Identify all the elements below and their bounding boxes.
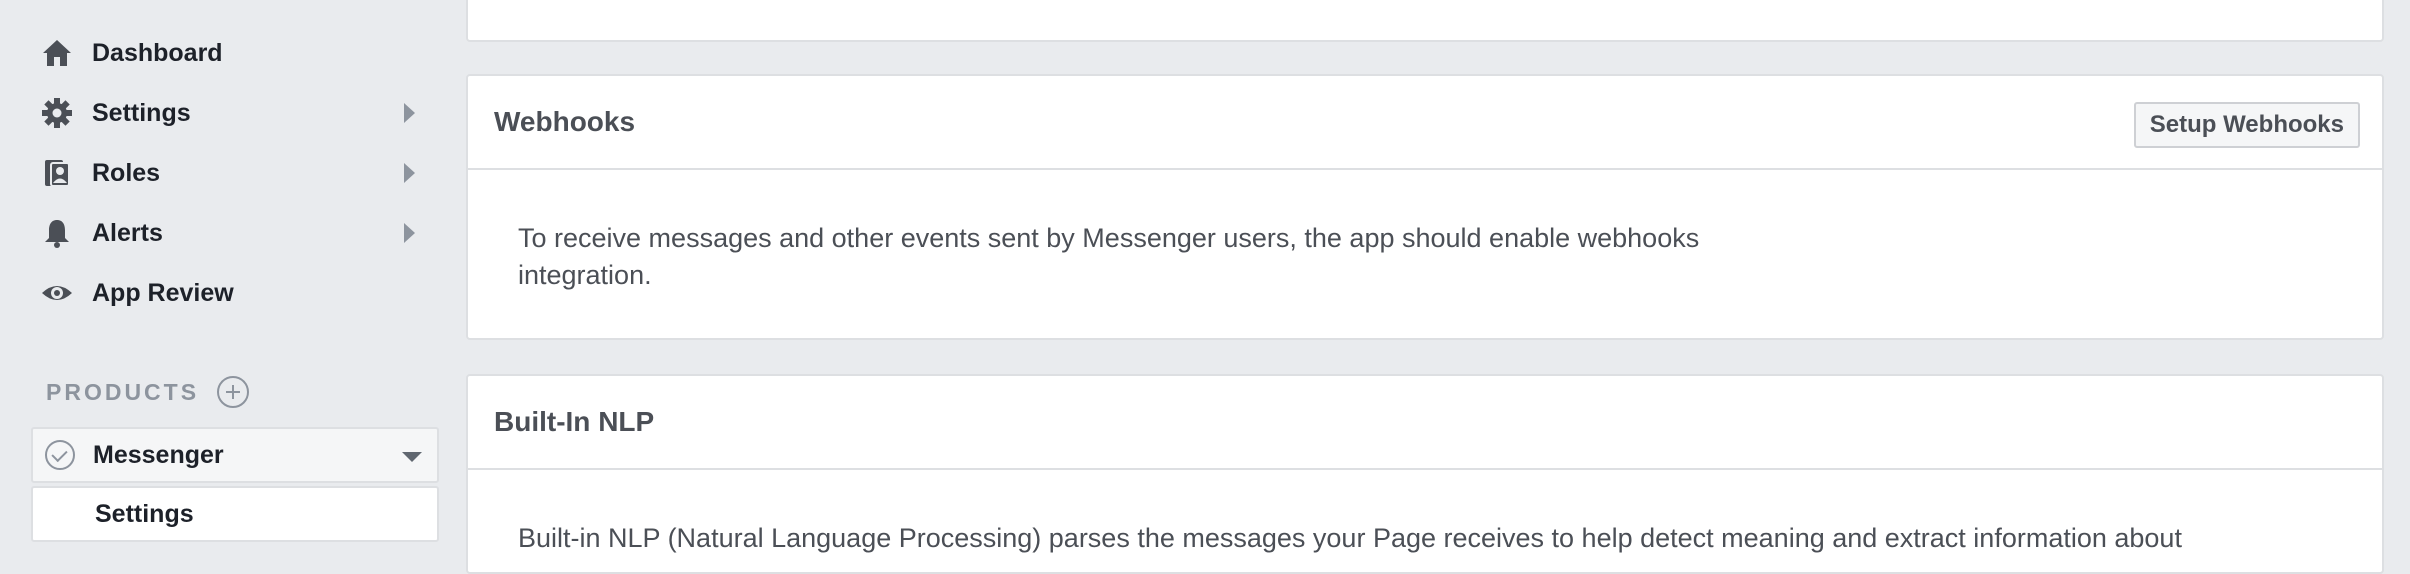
panel-header: Built-In NLP <box>468 376 2382 470</box>
sidebar-subitem-settings[interactable]: Settings <box>31 486 439 542</box>
eye-icon <box>40 276 74 310</box>
chevron-right-icon <box>404 163 415 183</box>
panel-header: Webhooks Setup Webhooks <box>468 76 2382 170</box>
sidebar-item-dashboard[interactable]: Dashboard <box>40 33 430 73</box>
sidebar-item-alerts[interactable]: Alerts <box>40 213 430 253</box>
nlp-description: Built-in NLP (Natural Language Processin… <box>518 523 2182 553</box>
check-circle-icon <box>45 440 75 470</box>
sidebar-item-label: App Review <box>92 278 234 307</box>
bell-icon <box>40 216 74 250</box>
sidebar-item-label: Dashboard <box>92 38 223 67</box>
sidebar-item-label: Alerts <box>92 218 163 247</box>
gear-icon <box>40 96 74 130</box>
products-header: PRODUCTS <box>46 376 250 408</box>
add-product-icon[interactable] <box>217 376 250 408</box>
nlp-title: Built-In NLP <box>494 406 655 437</box>
setup-webhooks-button[interactable]: Setup Webhooks <box>2133 102 2360 148</box>
home-icon <box>40 36 74 70</box>
panel-body: Built-in NLP (Natural Language Processin… <box>468 470 2382 557</box>
webhooks-panel: Webhooks Setup Webhooks To receive messa… <box>466 74 2384 340</box>
products-label: PRODUCTS <box>46 378 200 405</box>
sidebar: Dashboard Settings Roles Alerts App Revi… <box>0 0 460 552</box>
product-label: Messenger <box>93 440 224 469</box>
chevron-right-icon <box>404 223 415 243</box>
webhooks-title: Webhooks <box>494 106 636 137</box>
sidebar-item-settings[interactable]: Settings <box>40 93 430 133</box>
sidebar-item-label: Roles <box>92 158 161 187</box>
roles-icon <box>40 156 74 190</box>
chevron-right-icon <box>404 103 415 123</box>
previous-panel <box>466 0 2384 42</box>
panel-body: To receive messages and other events sen… <box>468 170 2382 294</box>
subitem-label: Settings <box>95 499 194 528</box>
sidebar-item-label: Settings <box>92 98 191 127</box>
nlp-panel: Built-In NLP Built-in NLP (Natural Langu… <box>466 374 2384 574</box>
webhooks-description: To receive messages and other events sen… <box>518 223 1700 290</box>
sidebar-item-app-review[interactable]: App Review <box>40 273 430 313</box>
sidebar-product-messenger[interactable]: Messenger <box>31 427 439 483</box>
sidebar-item-roles[interactable]: Roles <box>40 153 430 193</box>
caret-down-icon <box>402 452 422 462</box>
